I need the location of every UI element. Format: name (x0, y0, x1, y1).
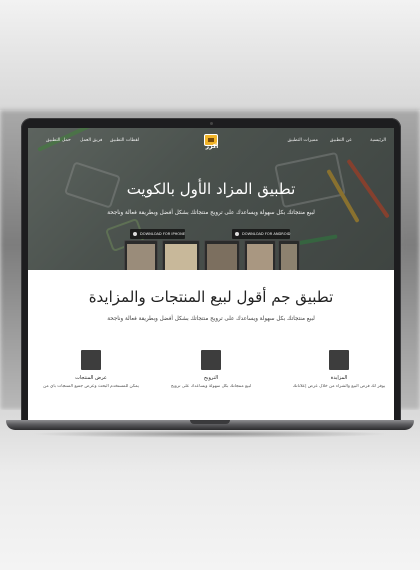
nav-item-home[interactable]: الرئيسية (370, 138, 386, 143)
feature-card-products: عرض المنتجات يمكن للمستخدم البحث وعرض جم… (36, 350, 146, 389)
phone-mockup (278, 240, 300, 270)
laptop-notch (190, 420, 230, 424)
background-top (0, 0, 420, 110)
phone-mockup (244, 240, 276, 270)
feature-card-promotion: الترويج لبيع منتجاتك بكل سهولة ويساعدك ع… (156, 350, 266, 389)
section-subtitle: لبيع منتجاتك بكل سهولة ويساعدك على ترويج… (107, 316, 315, 322)
laptop-shadow (30, 430, 390, 438)
phone-mockup (124, 240, 158, 270)
download-iphone-button[interactable]: DOWNLOAD FOR IPHONE (130, 229, 186, 239)
android-icon (235, 232, 239, 236)
products-icon (81, 350, 101, 370)
feature-title: عرض المنتجات (75, 375, 107, 381)
feature-title: الترويج (203, 375, 219, 381)
feature-card-auction: المزايدة يوفر لك فرص البيع والشراء من خل… (284, 350, 394, 389)
feature-title: المزايدة (330, 375, 348, 381)
hero-title: تطبيق المزاد الأول بالكويت (126, 180, 296, 198)
camera-dot (210, 122, 213, 125)
download-android-label: DOWNLOAD FOR ANDROID (242, 232, 291, 236)
site-logo[interactable]: أكزر (200, 134, 224, 150)
section-title: تطبيق جم أقول لبيع المنتجات والمزايدة (88, 288, 334, 306)
phone-mockups (124, 240, 300, 270)
feature-description: لبيع منتجاتك بكل سهولة ويساعدك على ترويج (170, 384, 252, 389)
promotion-icon (201, 350, 221, 370)
feature-description: يمكن للمستخدم البحث وعرض جميع المنتجات ب… (43, 384, 139, 389)
phone-mockup (204, 240, 240, 270)
nav-item-download[interactable]: حمل التطبيق (46, 138, 71, 143)
laptop-screen: الرئيسية عن التطبيق مميزات التطبيق لقطات… (28, 128, 394, 420)
laptop-base (6, 420, 414, 430)
apple-icon (133, 232, 137, 236)
feature-description: يوفر لك فرص البيع والشراء من خلال عرض إع… (292, 384, 386, 389)
nav-item-team[interactable]: فريق العمل (80, 138, 102, 143)
nav-item-features[interactable]: مميزات التطبيق (287, 138, 318, 143)
auction-icon (329, 350, 349, 370)
download-android-button[interactable]: DOWNLOAD FOR ANDROID (232, 229, 291, 239)
logo-text: أكزر (205, 143, 219, 150)
nav-item-about[interactable]: عن التطبيق (330, 138, 352, 143)
top-navigation: الرئيسية عن التطبيق مميزات التطبيق لقطات… (28, 128, 394, 152)
hero-section: الرئيسية عن التطبيق مميزات التطبيق لقطات… (28, 128, 394, 270)
laptop-lid: الرئيسية عن التطبيق مميزات التطبيق لقطات… (21, 118, 401, 422)
download-iphone-label: DOWNLOAD FOR IPHONE (140, 232, 186, 236)
nav-item-screenshots[interactable]: لقطات التطبيق (110, 138, 139, 143)
hero-subtitle: لبيع منتجاتك بكل سهولة ويساعدك على ترويج… (107, 210, 315, 216)
phone-mockup (162, 240, 200, 270)
